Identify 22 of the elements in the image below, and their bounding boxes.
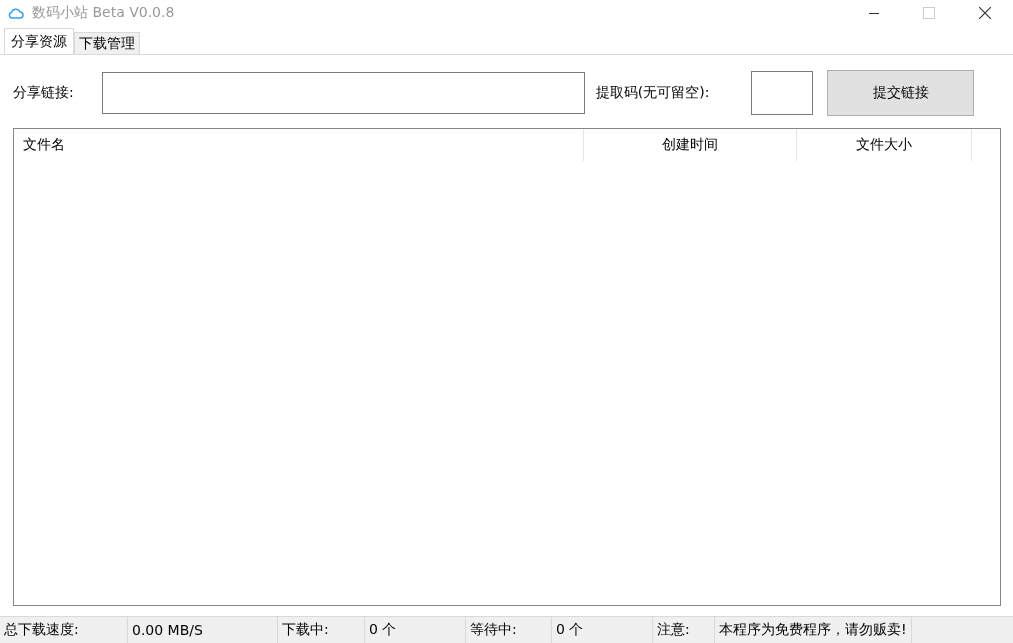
window-title: 数码小站 Beta V0.0.8 xyxy=(32,4,175,22)
column-header[interactable]: 文件名 xyxy=(14,129,584,161)
extract-code-label: 提取码(无可留空): xyxy=(595,84,710,102)
tab[interactable]: 分享资源 xyxy=(4,28,74,54)
submit-button[interactable]: 提交链接 xyxy=(827,70,975,116)
column-header[interactable]: 创建时间 xyxy=(584,129,797,161)
status-value: 0 个 xyxy=(365,617,466,643)
close-icon[interactable] xyxy=(979,7,991,19)
status-label: 注意: xyxy=(653,617,715,643)
status-label: 等待中: xyxy=(466,617,552,643)
share-link-label: 分享链接: xyxy=(13,84,74,102)
share-link-field[interactable] xyxy=(101,72,585,114)
tab[interactable]: 下载管理 xyxy=(74,32,140,54)
column-header[interactable]: 文件大小 xyxy=(797,129,972,161)
status-value: 0.00 MB/S xyxy=(128,617,278,643)
status-value: 本程序为免费程序，请勿贩卖! xyxy=(715,617,912,643)
cloud-icon xyxy=(8,7,24,19)
status-value: 0 个 xyxy=(552,617,653,643)
minimize-icon[interactable] xyxy=(869,12,879,14)
extract-code-field[interactable] xyxy=(751,71,814,115)
status-label: 总下载速度: xyxy=(0,617,128,643)
status-label: 下载中: xyxy=(278,617,365,643)
